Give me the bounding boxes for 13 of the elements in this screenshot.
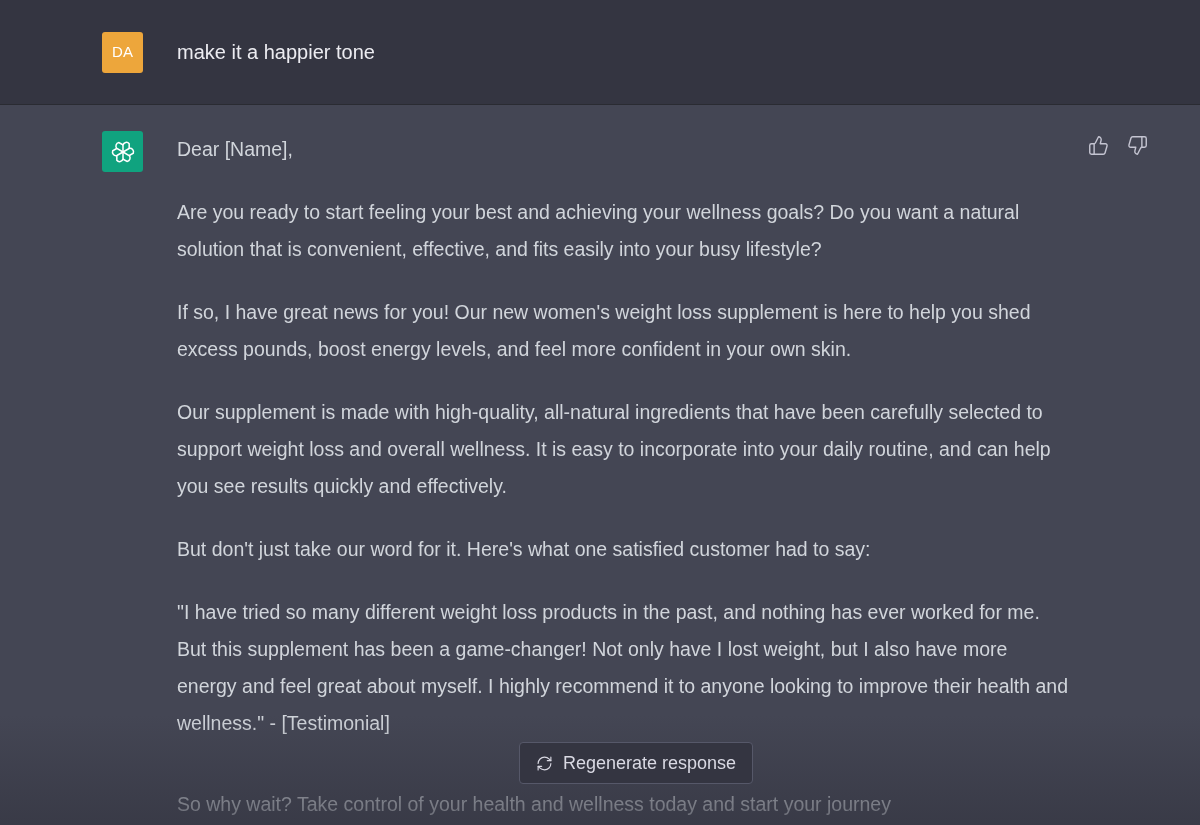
- user-message: make it a happier tone: [177, 40, 375, 65]
- message-paragraph: Our supplement is made with high-quality, all-natural ingredients that have been carefully selected to support weight loss and overall wellness. It is easy to incorporate into your daily routine, and can help you see results quickly and effectively.: [177, 400, 1052, 499]
- message-paragraph: If so, I have great news for you! Our new women's weight loss supplement is here to help you shed excess pounds, boost energy levels, and feel more confident in your own skin.: [177, 300, 1032, 362]
- message-paragraph: "I have tried so many different weight loss products in the past, and nothing has ever worked for me. But this supplement has been a game-changer! Not only have I lost weight, but I also have more energy and feel great about myself. I highly recommend it to anyone looking to improve their health and wellness." - [Testimonial]: [177, 600, 1070, 736]
- refresh-icon: [535, 754, 553, 772]
- thumbs-up-icon[interactable]: [1088, 135, 1109, 156]
- regenerate-button[interactable]: Regenerate response: [518, 742, 754, 784]
- message-paragraph: But don't just take our word for it. Here's what one satisfied customer had to say:: [177, 537, 872, 562]
- message-paragraph: So why wait? Take control of your health and wellness today and start your journey: [177, 792, 892, 817]
- message-paragraph: Dear [Name],: [177, 137, 294, 162]
- thumbs-down-icon[interactable]: [1127, 135, 1148, 156]
- user-avatar: DA: [102, 31, 143, 73]
- message-paragraph: Are you ready to start feeling your best and achieving your wellness goals? Do you want a natural solution that is convenient, effective, and fits easily into your busy lifestyle?: [177, 200, 1021, 262]
